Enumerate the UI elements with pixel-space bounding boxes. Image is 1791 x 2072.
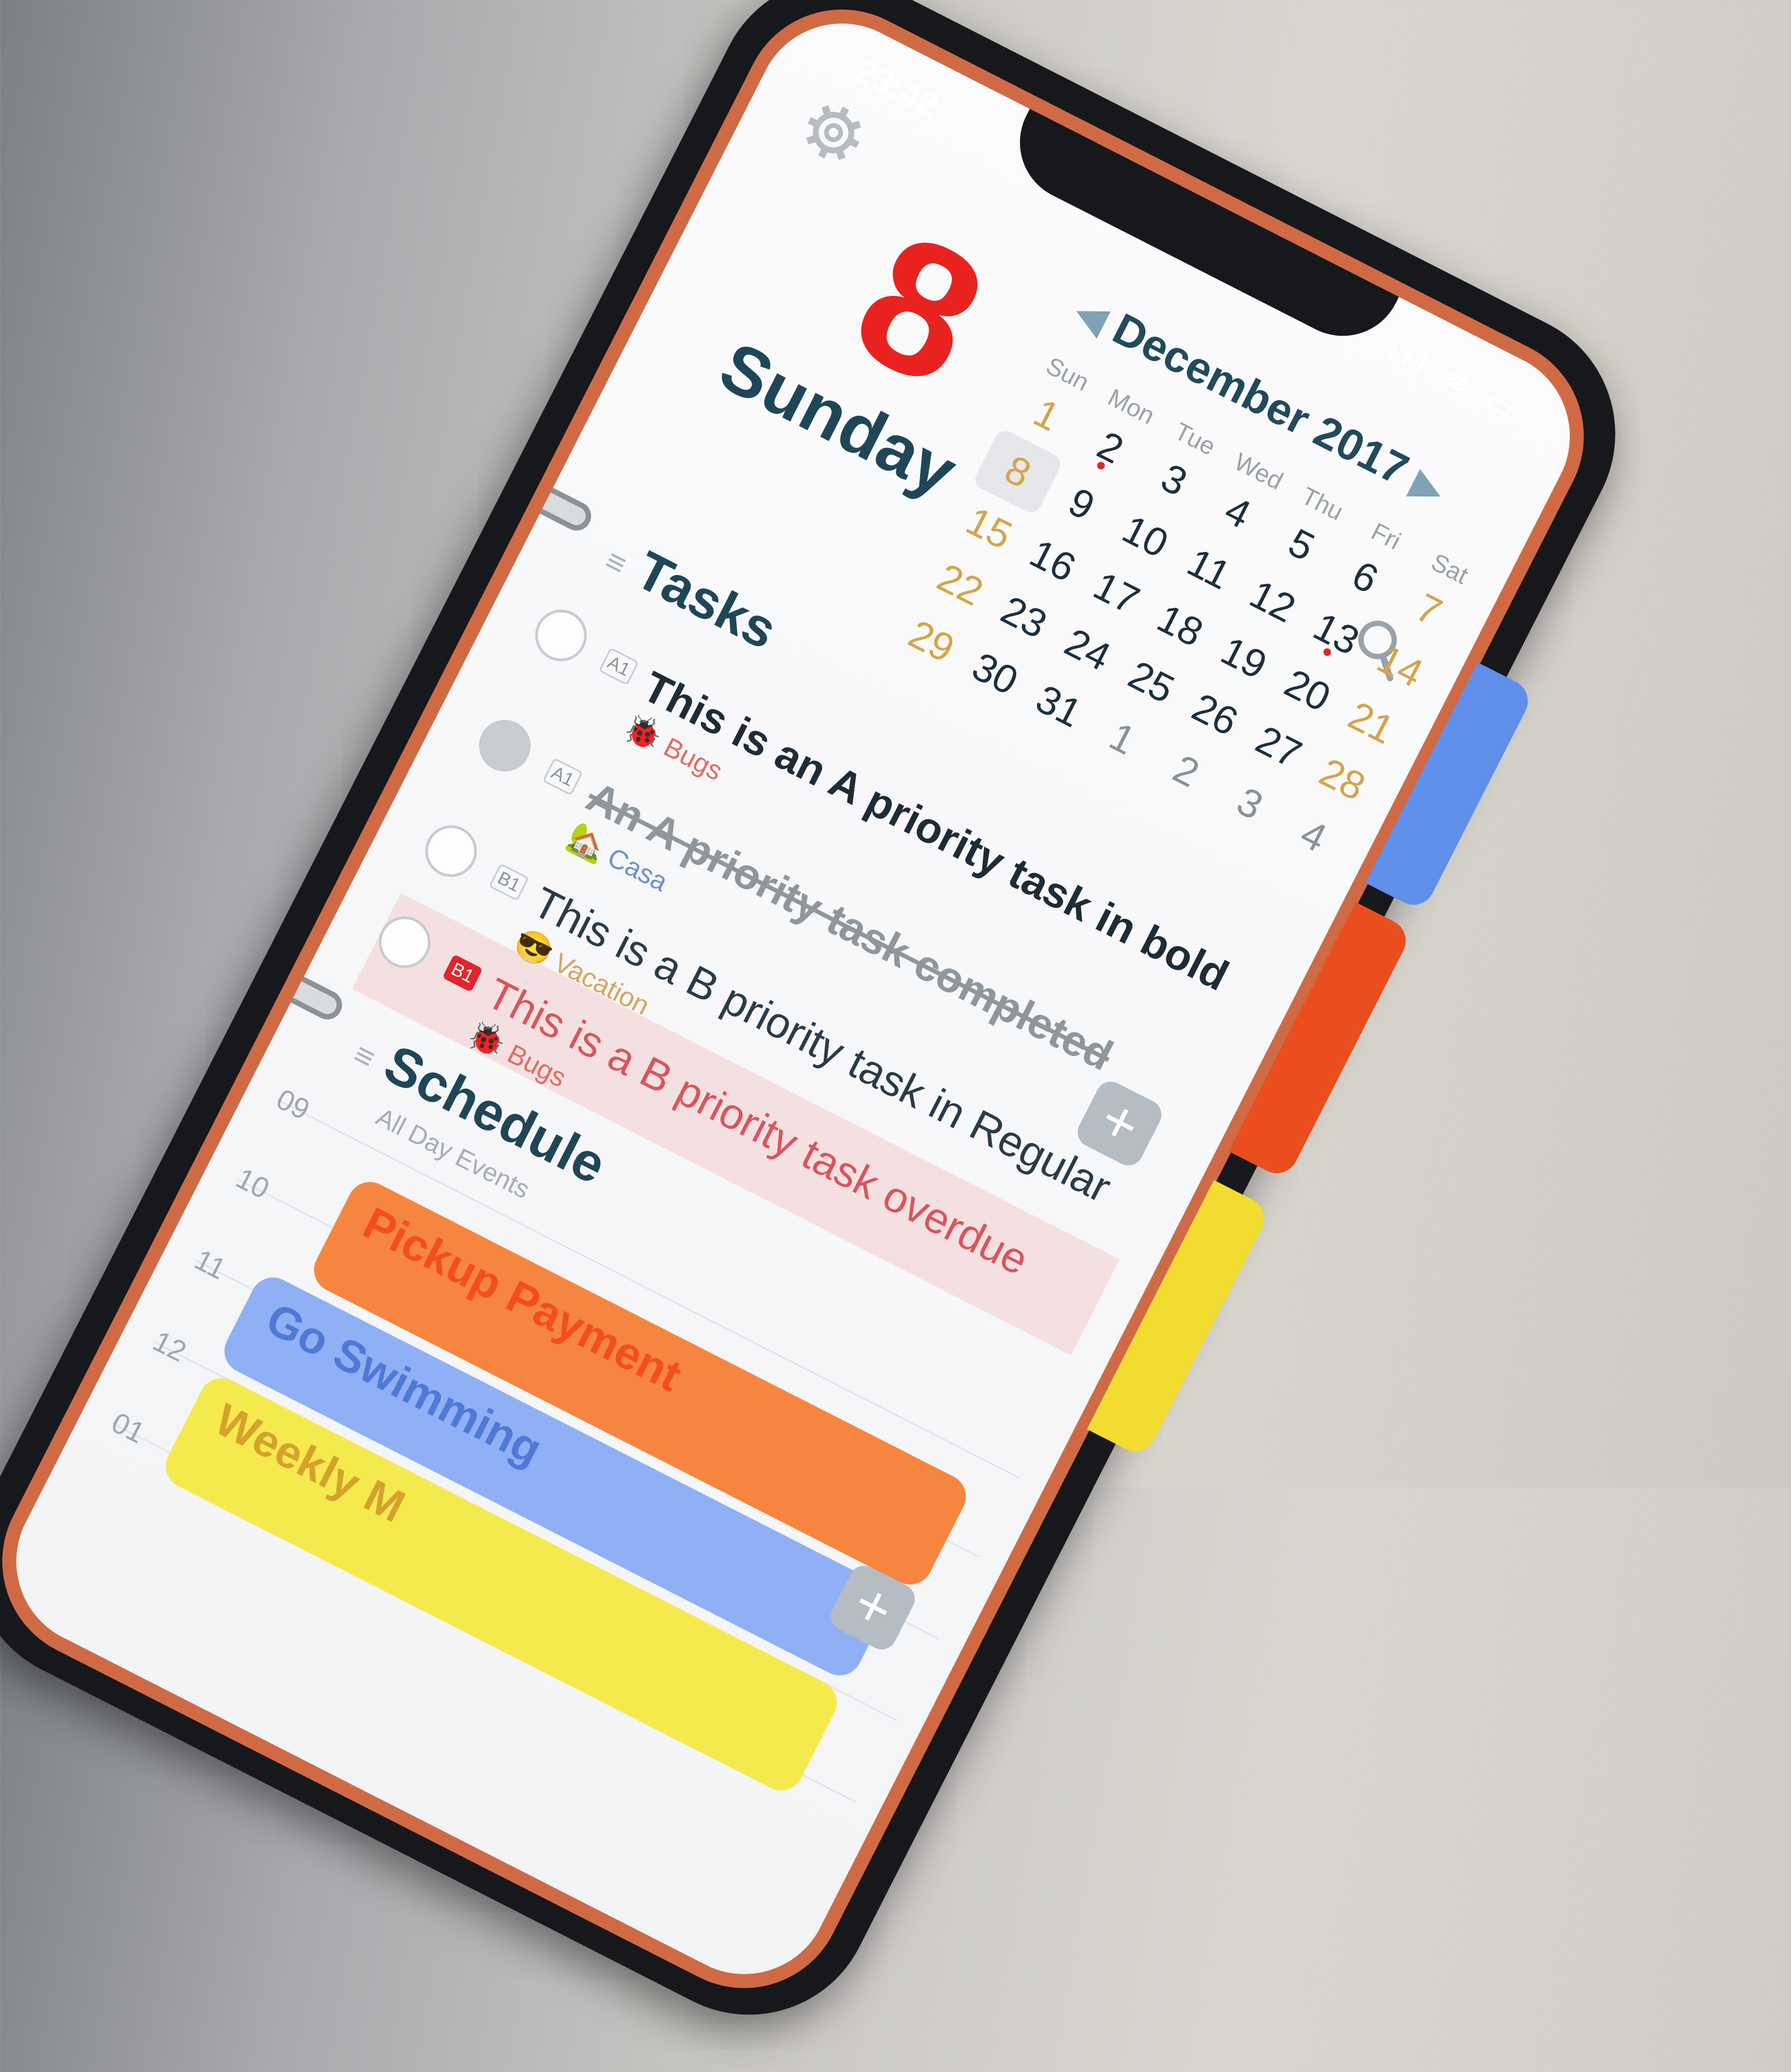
next-month-arrow-icon[interactable]: ▶ bbox=[1405, 462, 1450, 512]
status-icons: ııl ≋ ▭ bbox=[1383, 333, 1527, 428]
task-checkbox[interactable] bbox=[370, 907, 440, 977]
drag-handle-icon[interactable]: ≡ bbox=[599, 542, 633, 583]
phone-device: 23:42 ııl ≋ ▭ 8 Sunday ◀ December 2017 ▶ bbox=[0, 0, 1658, 2057]
gear-icon[interactable] bbox=[794, 93, 873, 173]
priority-badge-overdue: B1 bbox=[442, 954, 483, 992]
task-checkbox[interactable] bbox=[526, 600, 596, 670]
phone-notch bbox=[999, 96, 1406, 357]
app-screen: 23:42 ııl ≋ ▭ 8 Sunday ◀ December 2017 ▶ bbox=[0, 0, 1618, 2023]
task-checkbox-checked[interactable] bbox=[470, 711, 540, 780]
hour-label: 12 bbox=[147, 1324, 192, 1368]
priority-badge: A1 bbox=[542, 757, 583, 796]
priority-badge: B1 bbox=[489, 863, 529, 902]
task-checkbox[interactable] bbox=[416, 816, 486, 886]
binder-ring bbox=[271, 967, 347, 1025]
hour-label: 01 bbox=[106, 1406, 150, 1450]
hour-label: 11 bbox=[189, 1243, 231, 1286]
drag-handle-icon[interactable]: ≡ bbox=[348, 1035, 381, 1076]
hour-label: 09 bbox=[271, 1082, 315, 1126]
hour-label: 10 bbox=[231, 1161, 275, 1205]
binder-ring bbox=[520, 478, 596, 536]
prev-month-arrow-icon[interactable]: ◀ bbox=[1070, 290, 1114, 340]
priority-badge: A1 bbox=[598, 647, 639, 686]
